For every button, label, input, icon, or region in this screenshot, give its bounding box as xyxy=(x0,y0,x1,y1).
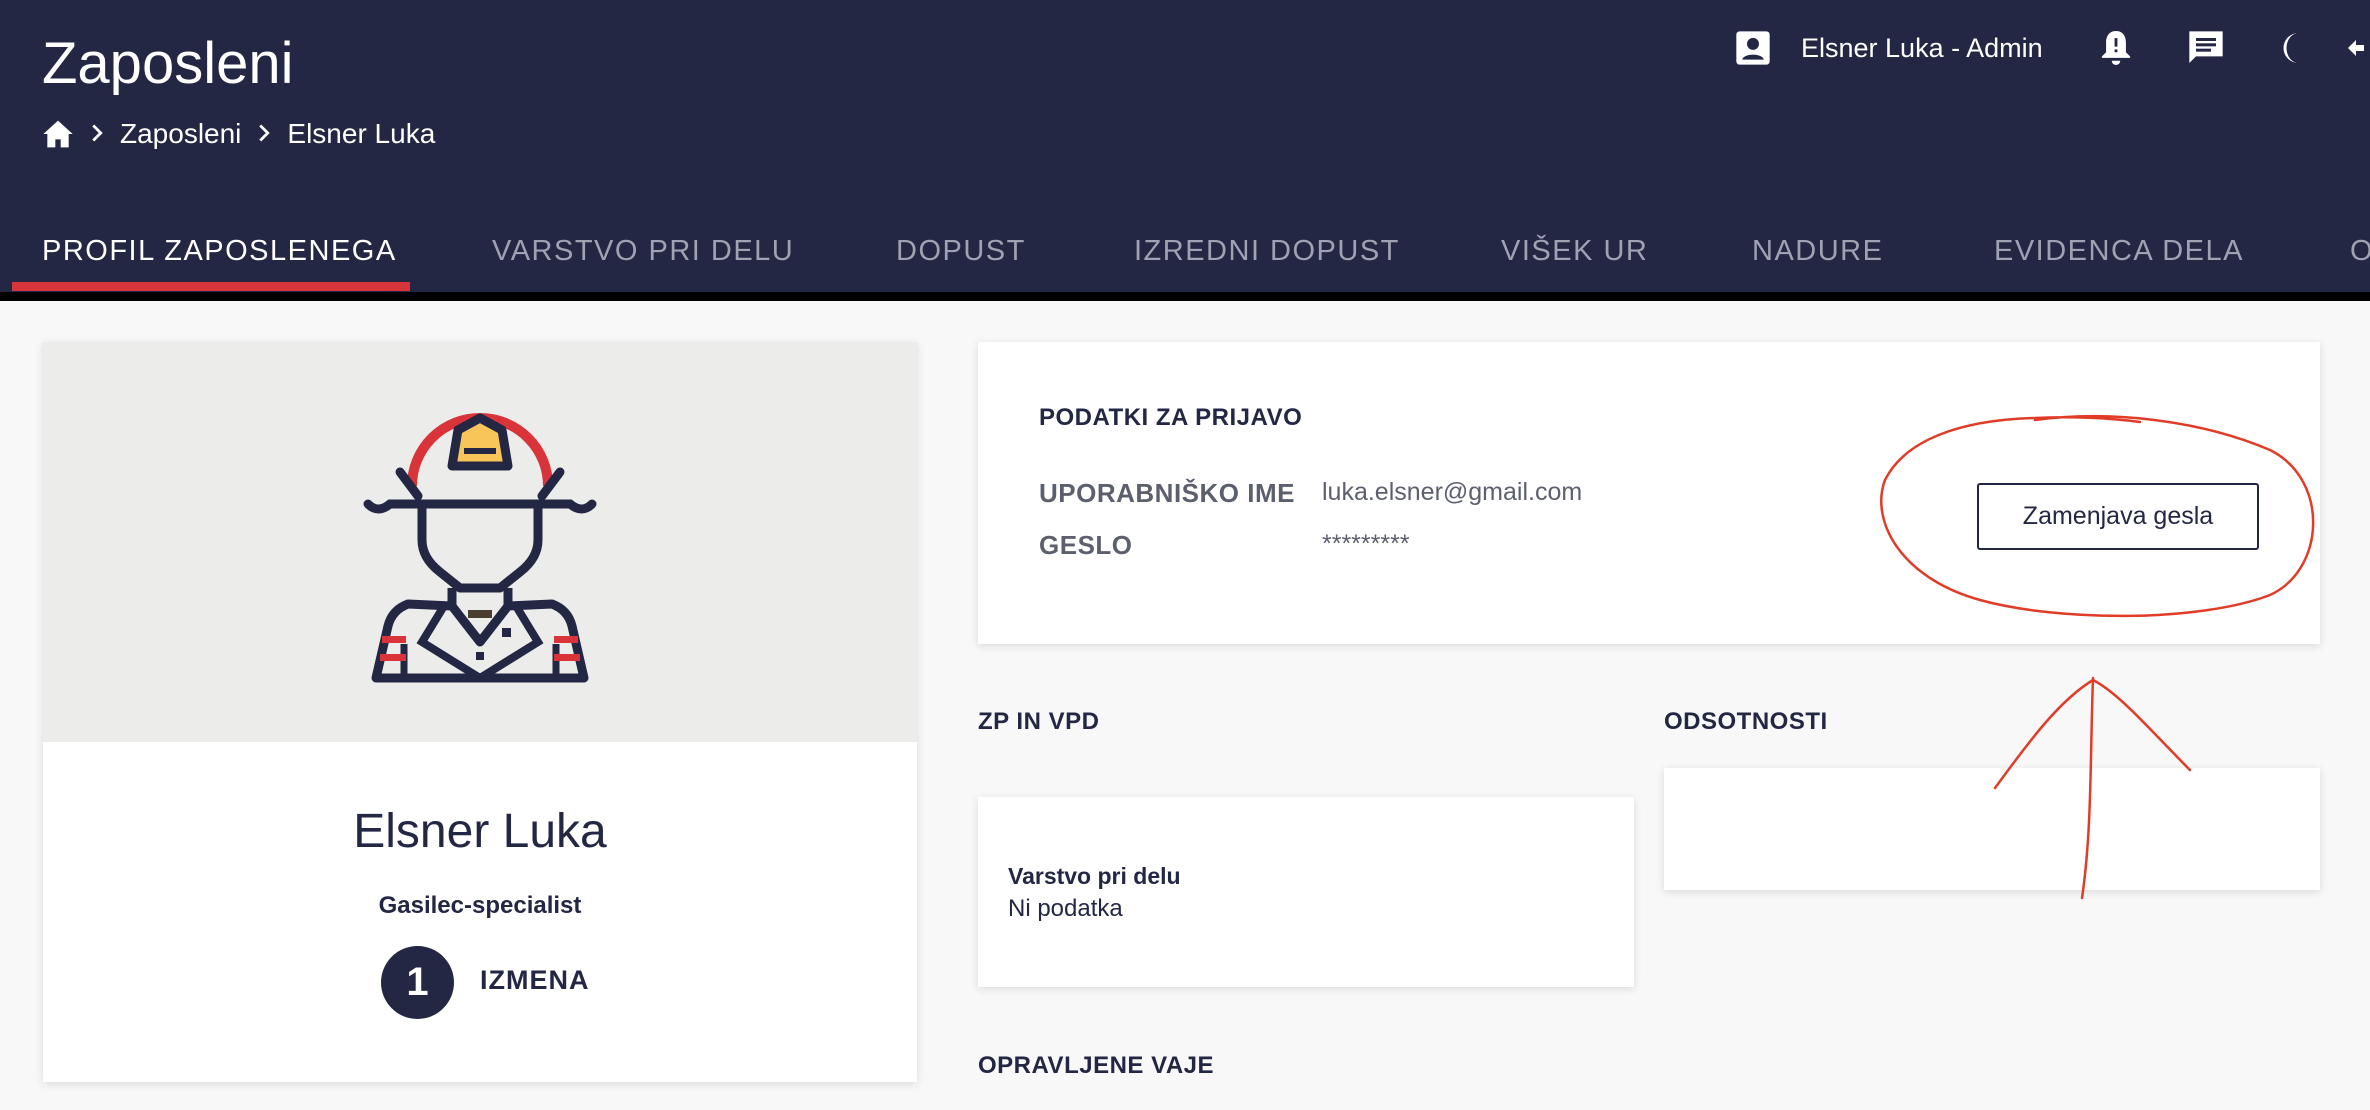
password-value: ********* xyxy=(1322,530,1410,558)
logout-icon[interactable] xyxy=(2346,26,2370,70)
employee-role: Gasilec-specialist xyxy=(378,892,582,919)
active-tab-indicator xyxy=(12,282,410,291)
username-label: UPORABNIŠKO IME xyxy=(1039,478,1295,508)
account-box-icon xyxy=(1733,28,1773,68)
tab-bar: PROFIL ZAPOSLENEGA VARSTVO PRI DELU DOPU… xyxy=(0,210,2370,292)
safety-card-value: Ni podatka xyxy=(1008,895,1123,922)
tab-evidenca-dela[interactable]: EVIDENCA DELA xyxy=(1994,210,2244,292)
change-password-button[interactable]: Zamenjava gesla xyxy=(1977,483,2259,550)
user-menu[interactable]: Elsner Luka - Admin xyxy=(1733,26,2043,70)
username-value: luka.elsner@gmail.com xyxy=(1322,478,1583,506)
firefighter-avatar-icon xyxy=(363,413,597,683)
tab-profil-zaposlenega[interactable]: PROFIL ZAPOSLENEGA xyxy=(42,210,397,292)
safety-card-title: Varstvo pri delu xyxy=(1008,863,1181,889)
password-label: GESLO xyxy=(1039,530,1133,560)
tab-visek-ur[interactable]: VIŠEK UR xyxy=(1501,210,1648,292)
breadcrumb: Zaposleni Elsner Luka xyxy=(42,112,435,156)
chevron-right-icon xyxy=(257,119,271,150)
shift-label: IZMENA xyxy=(480,965,590,995)
zp-vpd-title: ZP IN VPD xyxy=(978,708,1100,735)
login-section-title: PODATKI ZA PRIJAVO xyxy=(1039,404,1303,431)
header-divider xyxy=(0,292,2370,301)
message-icon[interactable] xyxy=(2184,26,2228,70)
chevron-right-icon xyxy=(90,119,104,150)
page-title: Zaposleni xyxy=(42,31,294,96)
safety-card: Varstvo pri delu Ni podatka xyxy=(978,797,1634,987)
bell-icon[interactable] xyxy=(2094,26,2138,70)
tab-izredni-dopust[interactable]: IZREDNI DOPUST xyxy=(1134,210,1400,292)
employee-name: Elsner Luka xyxy=(353,805,607,858)
avatar-area xyxy=(43,342,917,742)
app-header: Zaposleni Zaposleni Elsner Luka Elsner L… xyxy=(0,0,2370,292)
exercises-title: OPRAVLJENE VAJE xyxy=(978,1052,1215,1079)
shift-number-badge: 1 xyxy=(381,946,454,1019)
tab-dopust[interactable]: DOPUST xyxy=(896,210,1026,292)
breadcrumb-link-zaposleni[interactable]: Zaposleni xyxy=(120,118,241,150)
profile-card: Elsner Luka Gasilec-specialist 1 IZMENA xyxy=(43,342,917,1082)
tab-overflow[interactable]: O xyxy=(2350,210,2370,292)
home-icon[interactable] xyxy=(42,119,74,149)
absences-title: ODSOTNOSTI xyxy=(1664,708,1828,735)
moon-icon[interactable] xyxy=(2272,26,2316,70)
annotation-arrow-right xyxy=(2091,678,2192,772)
breadcrumb-current: Elsner Luka xyxy=(287,118,436,149)
tab-nadure[interactable]: NADURE xyxy=(1752,210,1883,292)
login-data-card: PODATKI ZA PRIJAVO UPORABNIŠKO IME luka.… xyxy=(978,342,2320,644)
tab-varstvo-pri-delu[interactable]: VARSTVO PRI DELU xyxy=(492,210,794,292)
absences-card xyxy=(1664,768,2320,890)
user-name: Elsner Luka - Admin xyxy=(1801,32,2043,63)
